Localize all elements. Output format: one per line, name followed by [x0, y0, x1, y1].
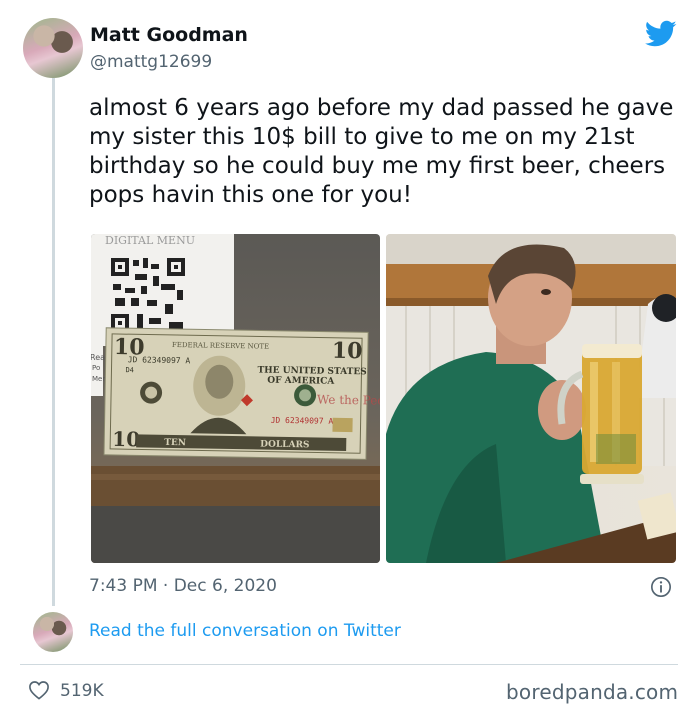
like-count[interactable]: 519K: [60, 681, 104, 701]
author-handle[interactable]: @mattg12699: [90, 52, 212, 72]
menu-card-text: DIGITAL MENU: [105, 234, 195, 247]
author-name[interactable]: Matt Goodman: [90, 24, 248, 46]
bill-scene: DIGITAL MENU Read Po Menu 10 10 FEDERAL …: [91, 234, 380, 563]
thread-line: [52, 78, 55, 606]
menu-side-text-2: Po: [92, 364, 100, 372]
photo-man-drinking-beer[interactable]: [386, 234, 676, 563]
bill-value-bottom-left: 10: [112, 427, 140, 451]
bill-value-top-right: 10: [332, 338, 363, 365]
heart-icon[interactable]: [28, 680, 50, 700]
bill-we-the-people: We the People: [317, 393, 380, 409]
beer-scene: [386, 234, 676, 563]
bill-dollars: DOLLARS: [260, 440, 309, 451]
bill-ten: TEN: [164, 438, 186, 448]
bill-serial-bottom: JD 62349097 A: [271, 416, 334, 426]
tweet-text: almost 6 years ago before my dad passed …: [89, 95, 674, 208]
info-icon[interactable]: [650, 576, 672, 598]
bill-serial-top: JD 62349097 A: [128, 355, 191, 365]
read-conversation-link[interactable]: Read the full conversation on Twitter: [89, 621, 401, 641]
bill-header: FEDERAL RESERVE NOTE: [172, 341, 269, 351]
twitter-bird-icon[interactable]: [645, 20, 677, 48]
photo-ten-dollar-bill[interactable]: DIGITAL MENU Read Po Menu 10 10 FEDERAL …: [91, 234, 380, 563]
watermark: boredpanda.com: [506, 680, 679, 704]
reply-avatar[interactable]: [33, 612, 73, 652]
author-avatar[interactable]: [23, 18, 83, 78]
divider: [20, 664, 678, 665]
tweet-timestamp[interactable]: 7:43 PM · Dec 6, 2020: [89, 576, 277, 596]
bill-letter: D4: [125, 366, 134, 374]
